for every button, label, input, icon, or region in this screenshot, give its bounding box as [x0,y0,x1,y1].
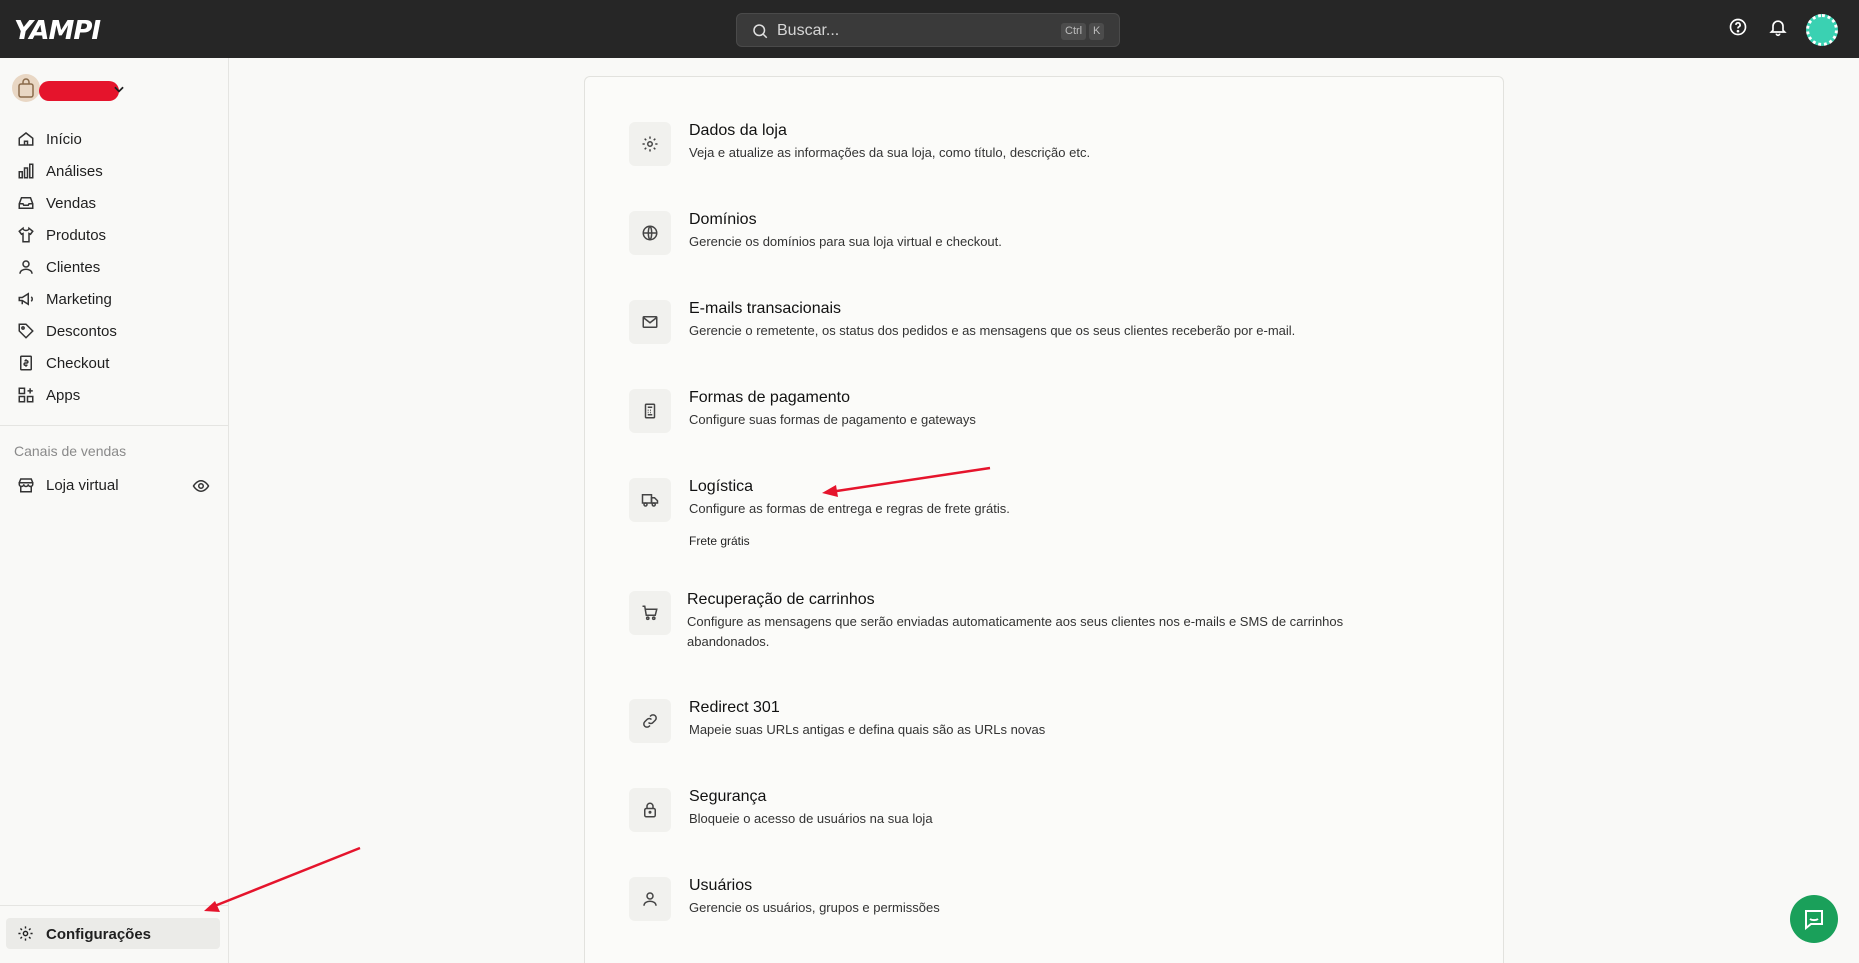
sidebar-item-label: Loja virtual [46,477,119,494]
store-switcher[interactable] [12,74,212,108]
user-avatar[interactable] [1806,14,1838,46]
help-icon[interactable] [1728,17,1748,37]
settings-description: Configure as mensagens que serão enviada… [687,614,1344,649]
payment-terminal-icon [644,403,656,419]
search-placeholder: Buscar... [777,22,840,39]
icon-box [629,478,671,522]
sidebar-item-label: Clientes [46,259,101,276]
sidebar-item-vendas[interactable]: Vendas [6,188,220,218]
store-name-redacted [39,81,119,101]
inbox-icon [18,197,34,209]
sidebar-item-analises[interactable]: Análises [6,156,220,186]
settings-description: Mapeie suas URLs antigas e defina quais … [689,722,1046,737]
settings-description: Gerencie os usuários, grupos e permissõe… [689,900,940,915]
sidebar-item-marketing[interactable]: Marketing [6,284,220,314]
sidebar-item-label: Checkout [46,355,110,372]
sidebar-item-checkout[interactable]: Checkout [6,348,220,378]
gear-icon [18,926,33,941]
settings-title: Domínios [689,211,757,228]
mail-icon [642,316,658,328]
sidebar-item-label: Configurações [46,926,152,943]
icon-box [629,300,671,344]
chevron-down-icon[interactable] [112,82,126,96]
sidebar-item-descontos[interactable]: Descontos [6,316,220,346]
settings-description: Veja e atualize as informações da sua lo… [689,145,1091,160]
storefront-icon [18,478,34,493]
sales-channels-title: Canais de vendas [14,443,127,459]
receipt-icon [20,355,32,371]
megaphone-icon [18,292,33,306]
sidebar-item-inicio[interactable]: Início [6,124,220,154]
sidebar-item-label: Marketing [46,291,112,308]
apps-grid-icon [18,387,34,403]
home-icon [18,132,34,146]
user-icon [19,260,33,274]
icon-box [629,877,671,921]
settings-title: Redirect 301 [689,699,780,716]
settings-description: Bloqueie o acesso de usuários na sua loj… [689,811,933,826]
search-input[interactable]: Buscar... Ctrl K [736,13,1120,47]
sidebar-item-apps[interactable]: Apps [6,380,220,410]
sidebar-item-label: Início [46,131,82,148]
frete-gratis-link[interactable]: Frete grátis [689,534,750,548]
sidebar-item-label: Análises [46,163,103,180]
settings-title: Recuperação de carrinhos [687,591,875,608]
sidebar-item-label: Descontos [46,323,117,340]
bell-icon[interactable] [1768,17,1788,37]
search-icon [753,24,768,39]
link-icon [643,714,657,728]
top-bar: YAMPI Buscar... Ctrl K [0,0,1859,58]
shortcut-k-key: K [1089,23,1105,40]
settings-title: Usuários [689,877,753,894]
truck-icon [641,494,659,507]
eye-icon[interactable] [192,477,210,495]
settings-title: Segurança [689,788,767,805]
sidebar-item-produtos[interactable]: Produtos [6,220,220,250]
settings-description: Configure as formas de entrega e regras … [689,501,1010,516]
icon-box [629,788,671,832]
bag-icon [18,78,34,98]
store-avatar [12,74,40,102]
sidebar-item-label: Vendas [46,195,97,212]
icon-box [629,122,671,166]
icon-box [629,699,671,743]
icon-box [629,389,671,433]
sidebar-item-label: Produtos [46,227,107,244]
shirt-icon [18,226,34,243]
settings-title: Logística [689,478,754,495]
settings-title: Dados da loja [689,122,787,139]
settings-card: Dados da loja Veja e atualize as informa… [584,76,1504,963]
icon-box [629,591,671,635]
sidebar: Início Análises Vendas Produtos Clientes… [0,58,229,963]
sidebar-item-loja-virtual[interactable]: Loja virtual [6,470,220,500]
globe-icon [642,225,658,241]
settings-description: Gerencie o remetente, os status dos pedi… [689,323,1296,338]
user-icon [643,892,657,906]
sidebar-item-label: Apps [46,387,81,404]
tag-icon [18,323,34,339]
bar-chart-icon [18,163,34,179]
sidebar-divider [0,905,229,906]
icon-box [629,211,671,255]
cart-icon [642,605,658,621]
shortcut-ctrl-key: Ctrl [1061,23,1087,40]
chat-support-button[interactable] [1790,895,1838,943]
yampi-logo[interactable]: YAMPI [14,16,101,46]
gear-icon [642,136,658,152]
settings-description: Gerencie os domínios para sua loja virtu… [689,234,1002,249]
settings-title: E-mails transacionais [689,300,842,317]
lock-icon [644,802,656,818]
settings-description: Configure suas formas de pagamento e gat… [689,412,976,427]
sidebar-item-configuracoes[interactable]: Configurações [6,918,220,949]
settings-title: Formas de pagamento [689,389,850,406]
sidebar-divider [0,425,229,426]
sidebar-item-clientes[interactable]: Clientes [6,252,220,282]
chat-icon [1805,910,1823,931]
